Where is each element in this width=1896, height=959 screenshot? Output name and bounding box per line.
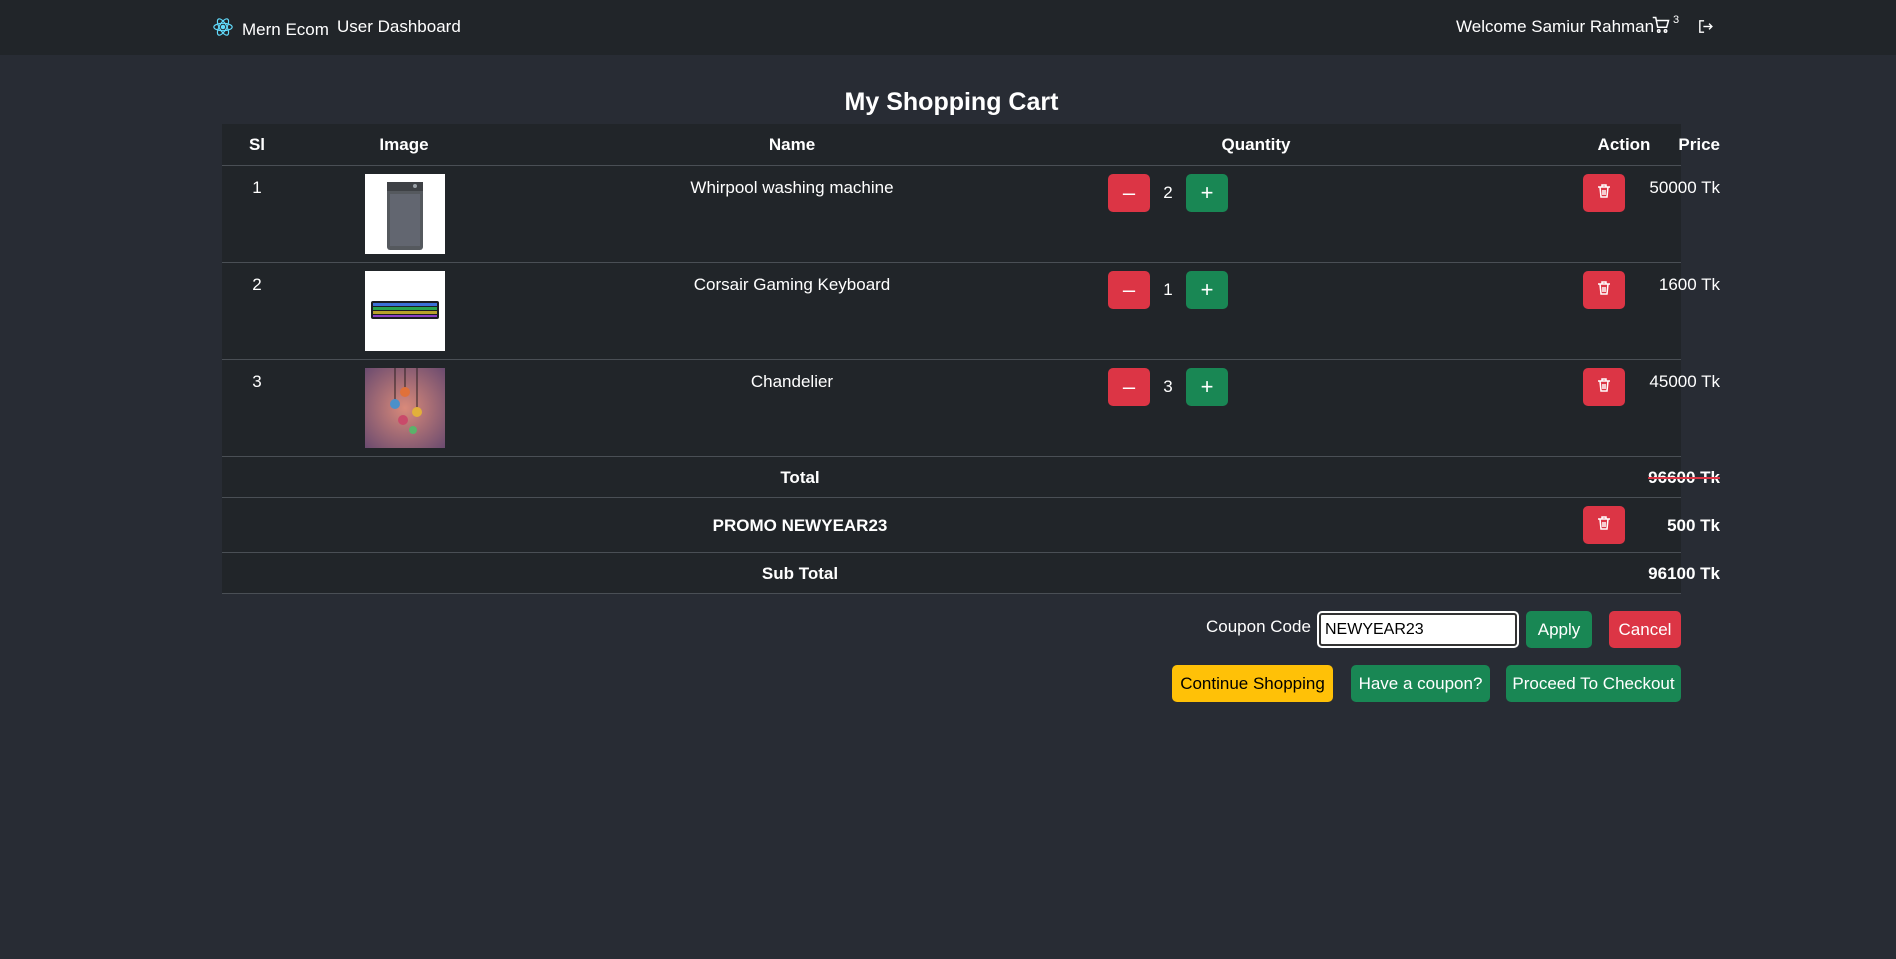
header-sl: Sl [248,135,266,154]
navbar: Mern Ecom User Dashboard Welcome Samiur … [0,0,1896,55]
cart-icon [1652,16,1670,38]
trash-icon [1596,377,1612,398]
product-name: Whirpool washing machine [690,178,894,197]
total-label: Total [780,468,820,487]
increment-button[interactable]: + [1186,271,1228,309]
cart-count-badge: 3 [1673,14,1680,26]
react-icon [212,16,234,43]
continue-shopping-button[interactable]: Continue Shopping [1172,665,1333,702]
increment-button[interactable]: + [1186,174,1228,212]
header-action: Action [1597,135,1651,154]
header-quantity: Quantity [1221,135,1291,154]
welcome-text: Welcome Samiur Rahman [1456,17,1655,36]
decrement-button[interactable]: – [1108,271,1150,309]
delete-item-button[interactable] [1583,271,1625,309]
subtotal-row: Sub Total 96100 Tk [222,553,1720,594]
logout-icon [1697,20,1714,39]
user-dashboard-link[interactable]: User Dashboard [337,17,461,37]
table-row: 2 Corsair Gaming Keyboard – 1 + 1600 Tk [222,263,1720,360]
product-price: 50000 Tk [1649,178,1720,197]
quantity-stepper: – 2 + [1108,174,1228,212]
subtotal-value: 96100 Tk [1648,564,1720,583]
coupon-code-label: Coupon Code [1206,617,1311,636]
logout-button[interactable] [1697,18,1714,40]
product-price: 45000 Tk [1649,372,1720,391]
promo-discount: 500 Tk [1667,516,1720,535]
total-row: Total 96600 Tk [222,457,1720,498]
quantity-stepper: – 3 + [1108,368,1228,406]
increment-button[interactable]: + [1186,368,1228,406]
apply-coupon-button[interactable]: Apply [1526,611,1592,648]
quantity-value: 1 [1163,280,1173,299]
header-name: Name [768,135,816,154]
header-image: Image [379,135,429,154]
have-coupon-button[interactable]: Have a coupon? [1351,665,1490,702]
table-row: 3 Chandelier – 3 + 45000 Tk [222,360,1720,457]
product-name: Chandelier [750,372,834,391]
coupon-code-input[interactable] [1317,611,1519,648]
quantity-value: 2 [1163,183,1173,202]
total-amount-struck: 96600 Tk [1648,468,1720,487]
trash-icon [1596,280,1612,301]
decrement-button[interactable]: – [1108,174,1150,212]
promo-label: PROMO NEWYEAR23 [712,516,888,535]
cart-link[interactable]: 3 [1652,14,1679,39]
product-price: 1600 Tk [1658,275,1720,294]
trash-icon [1596,183,1612,204]
remove-promo-button[interactable] [1583,506,1625,544]
page-title: My Shopping Cart [844,88,1059,116]
row-sl: 3 [252,372,262,391]
quantity-stepper: – 1 + [1108,271,1228,309]
promo-row: PROMO NEWYEAR23 500 Tk [222,498,1720,553]
product-image-washing-machine [365,174,445,254]
subtotal-label: Sub Total [761,564,839,583]
brand-link[interactable]: Mern Ecom [212,16,329,43]
proceed-to-checkout-button[interactable]: Proceed To Checkout [1506,665,1681,702]
trash-icon [1596,515,1612,536]
delete-item-button[interactable] [1583,174,1625,212]
product-name: Corsair Gaming Keyboard [693,275,891,294]
product-image-chandelier [365,368,445,448]
cart-table: Sl Image Name Quantity Price Action 1 Wh… [222,124,1720,594]
delete-item-button[interactable] [1583,368,1625,406]
total-value: 96600 Tk [1422,468,1720,488]
row-sl: 2 [252,275,262,294]
decrement-button[interactable]: – [1108,368,1150,406]
row-sl: 1 [252,178,262,197]
product-image-keyboard [365,271,445,351]
cancel-coupon-button[interactable]: Cancel [1609,611,1681,648]
table-header: Sl Image Name Quantity Price Action [222,124,1720,166]
table-row: 1 Whirpool washing machine – 2 + 50000 T… [222,166,1720,263]
quantity-value: 3 [1163,377,1173,396]
brand-label: Mern Ecom [242,19,329,39]
